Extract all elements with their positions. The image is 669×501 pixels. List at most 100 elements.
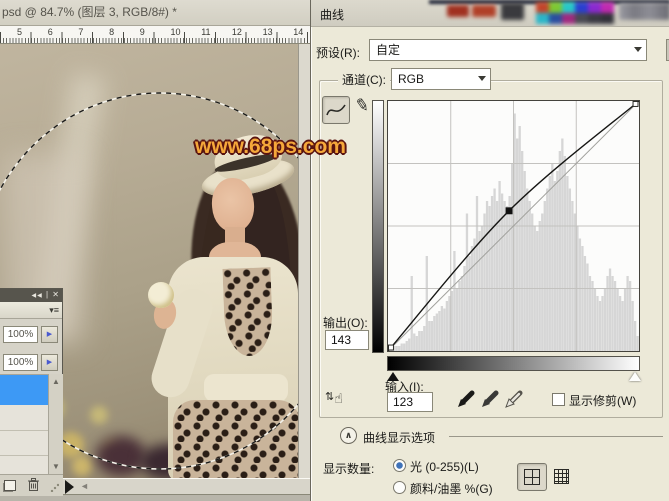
vertical-scrollbar[interactable] [298, 44, 310, 478]
output-field[interactable] [325, 330, 369, 350]
dialog-titlebar[interactable]: 曲线 [311, 0, 669, 27]
radio-pigment-label: 颜料/油墨 %(G) [410, 480, 493, 497]
show-clipping-checkbox[interactable] [552, 393, 565, 406]
channel-dropdown[interactable]: RGB [391, 68, 491, 90]
preset-label: 预设(R): [316, 44, 360, 61]
quarter-grid-button[interactable] [517, 463, 547, 491]
swatch [536, 13, 549, 24]
swatch [601, 13, 614, 24]
woman-leopard-skirt [173, 400, 298, 478]
display-options-label: 曲线显示选项 [363, 429, 435, 446]
layers-panel: ◀◀ | ✕ ▾≡ ▶ ▶ ▲ ▼ [0, 288, 63, 495]
input-gradient-bar [387, 356, 640, 371]
chevron-down-icon [478, 76, 486, 81]
white-point-eyedropper-icon[interactable] [504, 389, 524, 409]
scroll-up-icon[interactable]: ▲ [52, 377, 60, 386]
channel-value: RGB [398, 72, 424, 86]
bokeh-dot [72, 456, 92, 476]
collapse-options-button[interactable]: ∧ [340, 427, 357, 444]
channel-label: 通道(C): [338, 71, 390, 88]
quarter-grid-icon [524, 469, 540, 485]
chevron-down-icon [634, 47, 642, 52]
preset-dropdown[interactable]: 自定 [369, 39, 647, 61]
output-label: 输出(O): [323, 314, 368, 331]
panel-scrollbar[interactable]: ▲ ▼ [48, 374, 63, 474]
layer-row-divider [0, 455, 48, 456]
selected-layer-row[interactable] [0, 375, 48, 405]
panel-header[interactable]: ◀◀ | ✕ [0, 289, 62, 302]
layers-list [0, 374, 48, 474]
swatch [575, 13, 588, 24]
gray-point-eyedropper-icon[interactable] [480, 389, 500, 409]
radio-light-label: 光 (0-255)(L) [410, 458, 479, 475]
curve-tool-icon [323, 97, 349, 123]
ruler-number: 7 [78, 27, 83, 37]
panel-resize-grip-icon[interactable] [50, 483, 59, 492]
scrubby-hand-icon[interactable]: ⇅☝ [325, 390, 343, 407]
show-amount-label: 显示数量: [323, 460, 374, 477]
opacity-slider-button[interactable]: ▶ [41, 326, 58, 343]
curves-dialog: 曲线 预设(R): 自定 通道(C): RGB ✎ [310, 0, 669, 501]
blurred-red-decoration [472, 5, 496, 17]
fine-grid-button[interactable] [552, 467, 572, 487]
layer-row-divider [0, 430, 48, 431]
horizontal-ruler: 567891011121314 [0, 26, 310, 44]
scroll-left-arrow-icon[interactable]: ◄ [80, 481, 89, 491]
pointing-hand-icon: ☝ [334, 390, 343, 406]
woman-waist-tie [204, 374, 288, 402]
swatch [536, 2, 549, 13]
ruler-number: 8 [109, 27, 114, 37]
panel-bottom-bar [0, 474, 63, 496]
panel-menubar: ▾≡ [0, 302, 62, 319]
fine-grid-icon [554, 469, 569, 484]
statusbar-menu-arrow-icon[interactable] [65, 480, 74, 494]
dark-flower-blur [96, 436, 146, 476]
swatch [588, 2, 601, 13]
swatch [588, 13, 601, 24]
preset-value: 自定 [376, 43, 400, 57]
fill-slider-button[interactable]: ▶ [41, 354, 58, 371]
document-title: psd @ 84.7% (图层 3, RGB/8#) * [2, 5, 177, 19]
input-field[interactable] [387, 392, 433, 412]
panel-collapse-icon[interactable]: ◀◀ [32, 293, 43, 299]
horizontal-scrollbar[interactable] [63, 478, 310, 495]
radio-pigment[interactable] [393, 481, 406, 494]
swatch [601, 2, 614, 13]
swatch [549, 2, 562, 13]
show-clipping-label: 显示修剪(W) [569, 392, 636, 409]
ruler-number: 5 [17, 27, 22, 37]
radio-light[interactable] [393, 459, 406, 472]
ruler-number: 14 [293, 27, 303, 37]
separator-line [449, 436, 663, 437]
fill-field[interactable] [3, 354, 38, 371]
panel-close-icon[interactable]: ✕ [52, 290, 60, 299]
up-down-arrows-icon: ⇅ [325, 391, 334, 403]
ruler-number: 13 [263, 27, 273, 37]
photoshop-screen: psd @ 84.7% (图层 3, RGB/8#) * 56789101112… [0, 0, 669, 501]
curves-graph[interactable] [387, 100, 640, 352]
panel-menu-icon[interactable]: ▾≡ [49, 305, 59, 315]
scroll-down-icon[interactable]: ▼ [52, 462, 60, 471]
document-titlebar[interactable]: psd @ 84.7% (图层 3, RGB/8#) * [0, 0, 310, 26]
output-gradient-bar [372, 100, 384, 353]
white-point-slider[interactable] [629, 372, 641, 381]
ruler-number: 9 [140, 27, 145, 37]
black-point-eyedropper-icon[interactable] [456, 389, 476, 409]
opacity-field[interactable] [3, 326, 38, 343]
watermark-text: www.68ps.com [195, 135, 346, 159]
trash-icon[interactable] [27, 478, 40, 492]
ruler-number: 6 [48, 27, 53, 37]
white-flower [148, 282, 174, 308]
swatch [575, 2, 588, 13]
blurred-gray-decoration [619, 3, 669, 20]
blurred-color-swatches [536, 2, 616, 24]
ruler-number: 10 [171, 27, 181, 37]
blurred-red-decoration [447, 5, 469, 17]
swatch [549, 13, 562, 24]
blurred-dark-decoration [501, 3, 524, 20]
curve-tool-button[interactable] [322, 96, 350, 124]
ruler-number: 11 [201, 27, 210, 37]
swatch [562, 2, 575, 13]
dialog-title: 曲线 [320, 6, 344, 23]
new-layer-icon[interactable] [4, 480, 16, 491]
